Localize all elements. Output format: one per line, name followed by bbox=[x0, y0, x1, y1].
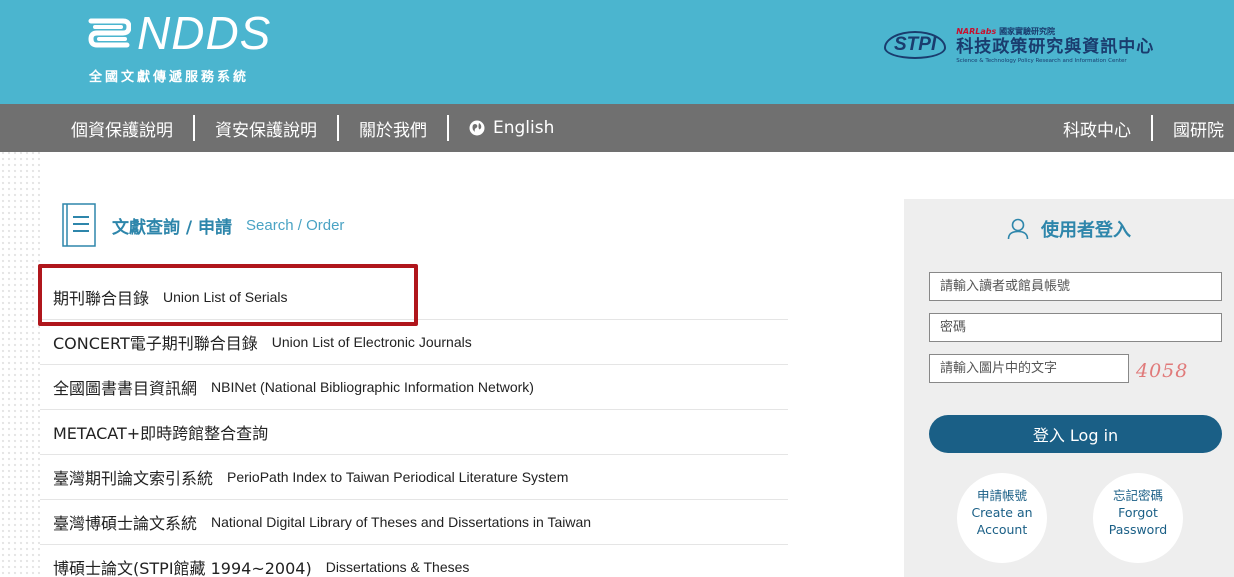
list-item-en: National Digital Library of Theses and D… bbox=[211, 514, 592, 530]
nav-divider bbox=[337, 115, 339, 141]
nav-divider bbox=[447, 115, 449, 141]
list-item-ndltd[interactable]: 臺灣博碩士論文系統 National Digital Library of Th… bbox=[40, 500, 788, 545]
list-item-zh: 全國圖書書目資訊網 bbox=[53, 379, 198, 398]
globe-icon bbox=[469, 120, 485, 136]
narlabs-name: 國家實驗研究院 bbox=[999, 27, 1056, 36]
create-account-button[interactable]: 申請帳號 Create an Account bbox=[957, 473, 1047, 563]
site-header: NDDS 全國文獻傳遞服務系統 STPI NARLabs 國家實驗研究院 科技政… bbox=[0, 0, 1234, 104]
password-input[interactable] bbox=[929, 313, 1222, 342]
top-nav: 個資保護說明 資安保護說明 關於我們 English 科政中心 國研院 bbox=[0, 104, 1234, 152]
create-account-zh: 申請帳號 bbox=[976, 488, 1027, 503]
list-item-union-serials[interactable]: 期刊聯合目錄 Union List of Serials bbox=[40, 275, 788, 320]
list-item-en: NBINet (National Bibliographic Informati… bbox=[211, 379, 534, 395]
list-item-zh: 臺灣博碩士論文系統 bbox=[53, 514, 198, 533]
list-item-periopath[interactable]: 臺灣期刊論文索引系統 PerioPath Index to Taiwan Per… bbox=[40, 455, 788, 500]
login-title: 使用者登入 bbox=[904, 216, 1234, 242]
stpi-logo[interactable]: STPI NARLabs 國家實驗研究院 科技政策研究與資訊中心 Science… bbox=[884, 26, 1154, 64]
ndds-logo-icon bbox=[88, 18, 131, 48]
list-item-concert[interactable]: CONCERT電子期刊聯合目錄 Union List of Electronic… bbox=[40, 320, 788, 365]
login-panel: 使用者登入 4058 登入 Log in 申請帳號 Create an Acco… bbox=[904, 199, 1234, 577]
nav-english[interactable]: English bbox=[469, 118, 554, 138]
list-item-zh: CONCERT電子期刊聯合目錄 bbox=[53, 334, 258, 353]
create-account-en1: Create an bbox=[971, 505, 1033, 520]
forgot-password-en1: Forgot bbox=[1118, 505, 1158, 520]
nav-divider bbox=[193, 115, 195, 141]
login-button[interactable]: 登入 Log in bbox=[929, 415, 1222, 453]
nav-narlabs[interactable]: 國研院 bbox=[1173, 116, 1224, 141]
narlabs-brand: NARLabs bbox=[956, 27, 997, 36]
account-input[interactable] bbox=[929, 272, 1222, 301]
list-item-en: Dissertations & Theses bbox=[325, 559, 470, 575]
section-title: 文獻查詢 / 申請 bbox=[112, 217, 233, 238]
list-item-en: PerioPath Index to Taiwan Periodical Lit… bbox=[227, 469, 569, 485]
captcha-input[interactable] bbox=[929, 354, 1129, 383]
list-item-stpi-theses[interactable]: 博碩士論文(STPI館藏 1994~2004) Dissertations & … bbox=[40, 545, 788, 577]
login-title-text: 使用者登入 bbox=[1041, 220, 1131, 241]
nav-privacy[interactable]: 個資保護說明 bbox=[71, 116, 173, 141]
section-header: 文獻查詢 / 申請 Search / Order bbox=[62, 203, 344, 247]
list-item-zh: 博碩士論文(STPI館藏 1994~2004) bbox=[53, 559, 312, 577]
forgot-password-button[interactable]: 忘記密碼 Forgot Password bbox=[1093, 473, 1183, 563]
ndds-logo[interactable]: NDDS 全國文獻傳遞服務系統 bbox=[87, 10, 271, 85]
logo-text: NDDS bbox=[137, 7, 272, 59]
list-item-zh: 臺灣期刊論文索引系統 bbox=[53, 469, 214, 488]
list-item-zh: 期刊聯合目錄 bbox=[53, 289, 150, 308]
stpi-mark: STPI bbox=[884, 31, 947, 59]
user-icon bbox=[1007, 218, 1029, 240]
list-item-en: Union List of Electronic Journals bbox=[271, 334, 472, 350]
document-list-icon bbox=[62, 203, 96, 247]
nav-security[interactable]: 資安保護說明 bbox=[215, 116, 317, 141]
stpi-name: 科技政策研究與資訊中心 bbox=[956, 37, 1155, 57]
nav-about[interactable]: 關於我們 bbox=[359, 116, 427, 141]
forgot-password-en2: Password bbox=[1108, 522, 1168, 537]
logo-subtitle: 全國文獻傳遞服務系統 bbox=[89, 70, 250, 85]
section-title-en: Search / Order bbox=[246, 216, 345, 234]
resource-list: 期刊聯合目錄 Union List of Serials CONCERT電子期刊… bbox=[40, 275, 788, 577]
narlabs-line: NARLabs 國家實驗研究院 bbox=[956, 26, 1154, 37]
nav-stpi[interactable]: 科政中心 bbox=[1063, 116, 1131, 141]
nav-divider bbox=[1151, 115, 1153, 141]
stpi-name-en: Science & Technology Policy Research and… bbox=[956, 58, 1127, 64]
list-item-nbinet[interactable]: 全國圖書書目資訊網 NBINet (National Bibliographic… bbox=[40, 365, 788, 410]
nav-english-label: English bbox=[493, 118, 555, 138]
list-item-zh: METACAT+即時跨館整合查詢 bbox=[53, 424, 269, 443]
list-item-en: Union List of Serials bbox=[163, 289, 288, 305]
captcha-image: 4058 bbox=[1136, 360, 1189, 382]
forgot-password-zh: 忘記密碼 bbox=[1112, 488, 1163, 503]
create-account-en2: Account bbox=[976, 522, 1028, 537]
list-item-metacat[interactable]: METACAT+即時跨館整合查詢 bbox=[40, 410, 788, 455]
